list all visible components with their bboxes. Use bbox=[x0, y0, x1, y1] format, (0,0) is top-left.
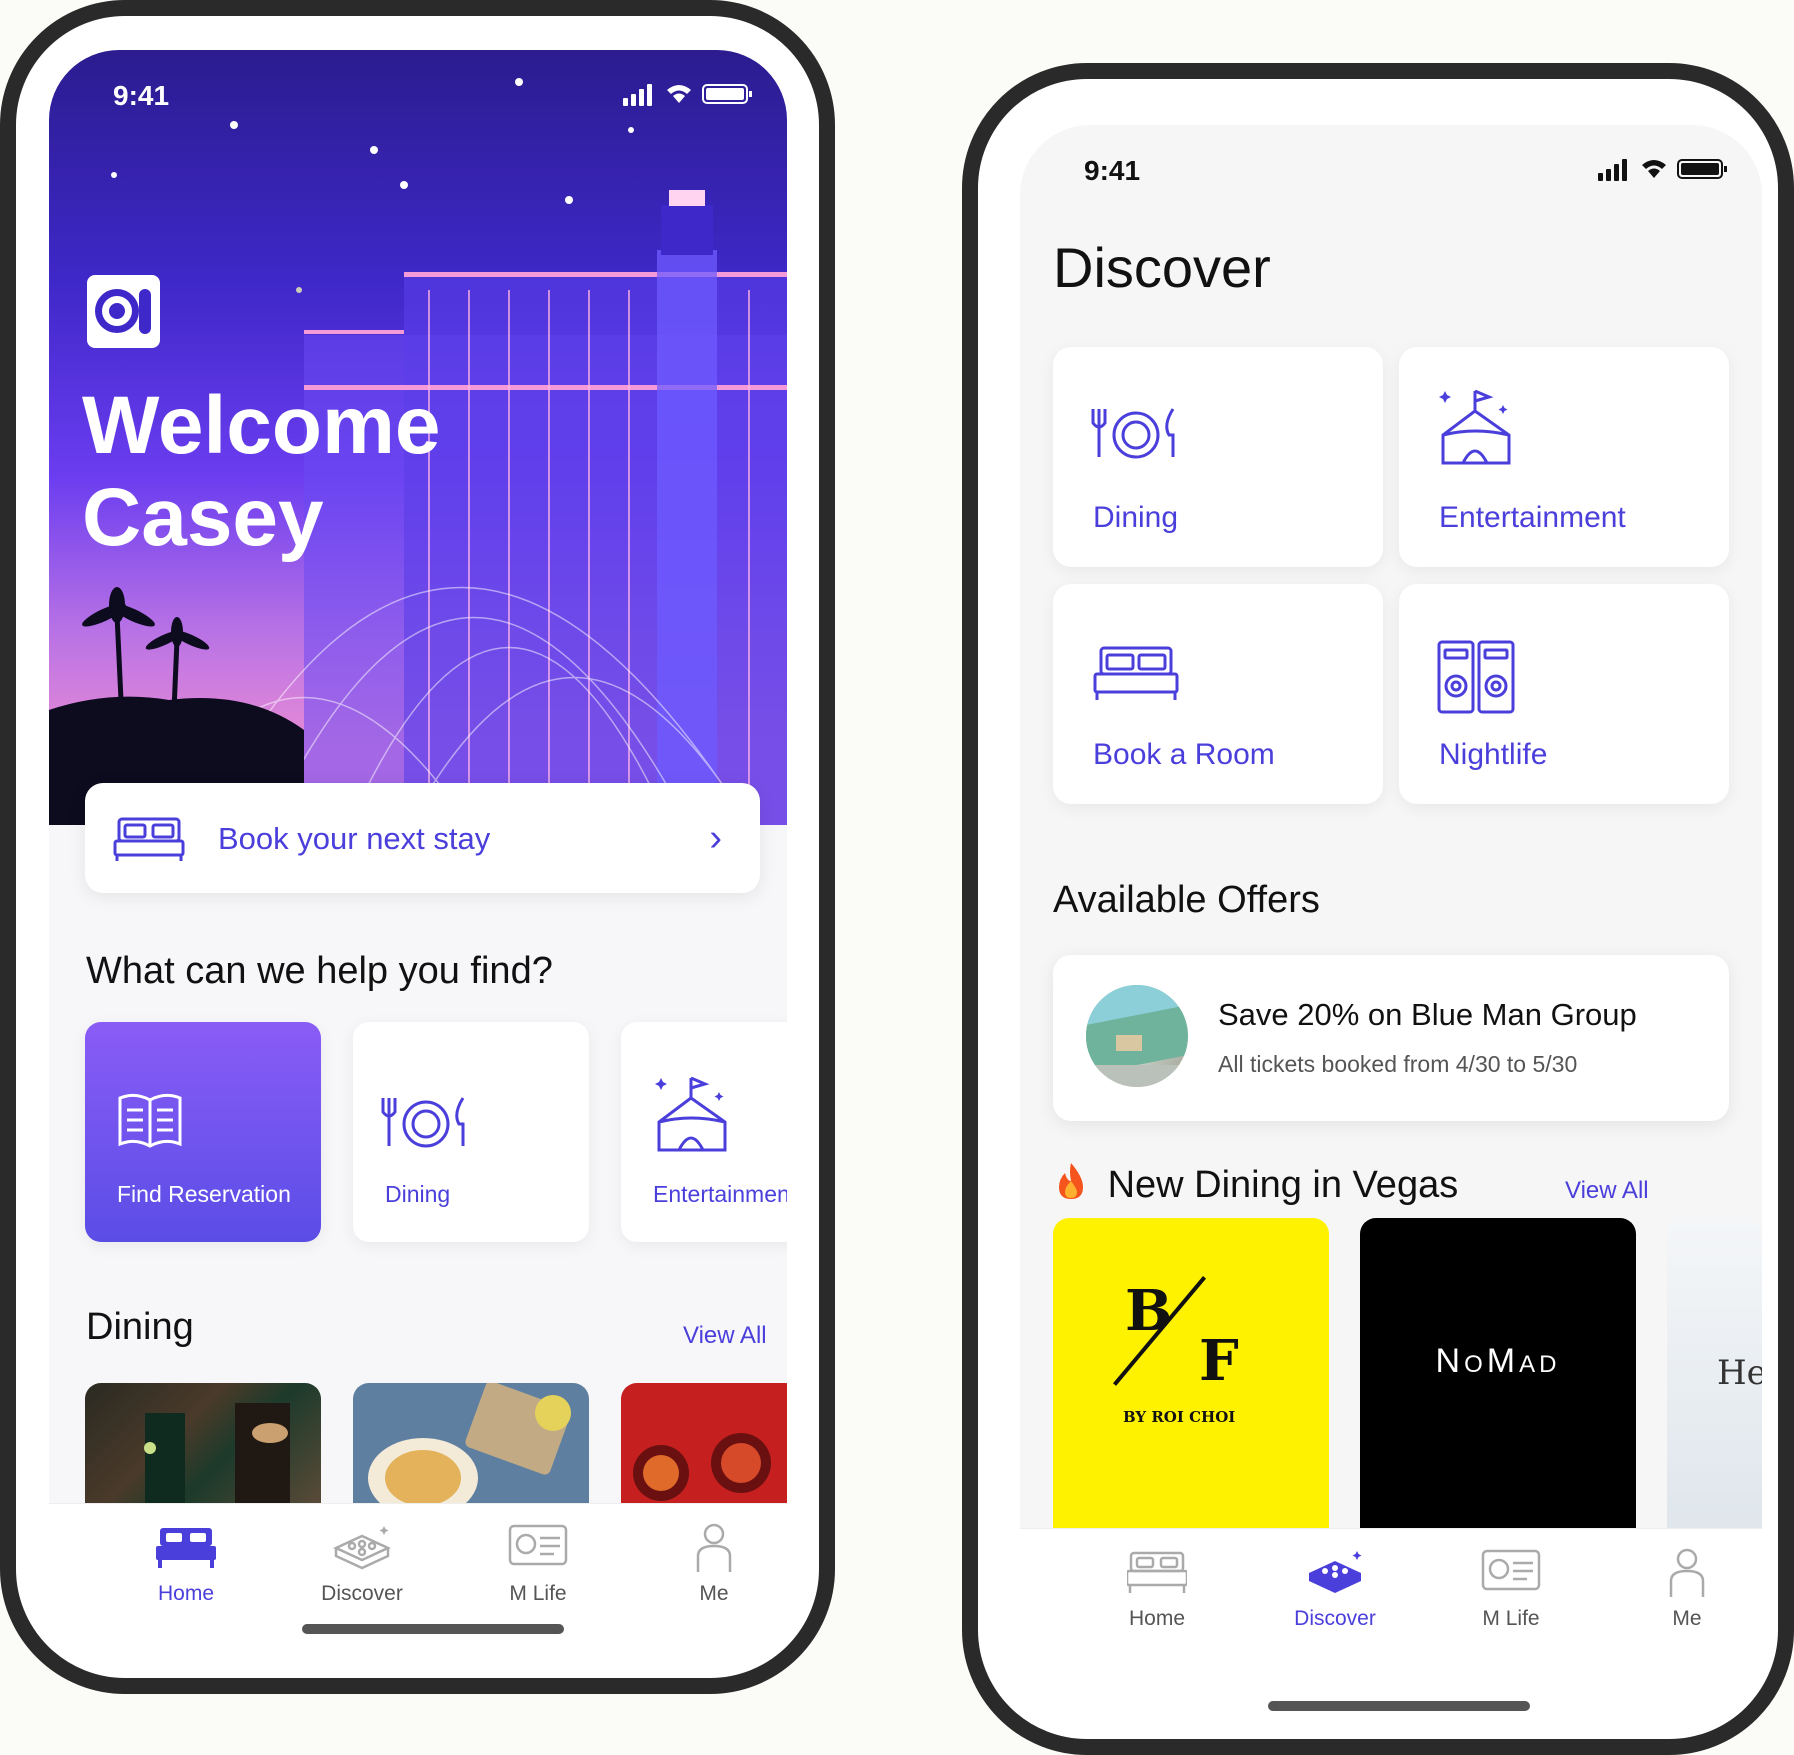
status-icons bbox=[623, 84, 752, 106]
category-book-room[interactable]: Book a Room bbox=[1053, 584, 1383, 804]
welcome-hero: Welcome Casey 9:41 bbox=[49, 50, 787, 825]
tab-label: Discover bbox=[1294, 1607, 1376, 1630]
nomad-logo: NoMad bbox=[1435, 1342, 1561, 1380]
discover-screen: 9:41 Discover Dining Entertainment Book … bbox=[1020, 125, 1762, 1735]
restaurant-best-friend[interactable]: B F BY ROI CHOI bbox=[1053, 1218, 1329, 1528]
offers-heading: Available Offers bbox=[1053, 879, 1320, 921]
fire-icon bbox=[1053, 1161, 1089, 1201]
welcome-line-1: Welcome bbox=[82, 380, 441, 471]
status-bar: 9:41 bbox=[49, 50, 787, 130]
category-dining[interactable]: Dining bbox=[1053, 347, 1383, 567]
speakers-icon bbox=[1437, 640, 1515, 714]
tab-label: M Life bbox=[509, 1582, 567, 1605]
phone-discover: 9:41 Discover Dining Entertainment Book … bbox=[962, 63, 1794, 1755]
tent-icon bbox=[1439, 389, 1511, 465]
new-dining-heading: New Dining in Vegas bbox=[1053, 1161, 1458, 1207]
dining-icon bbox=[381, 1097, 465, 1148]
tent-icon bbox=[655, 1076, 727, 1152]
user-name: Casey bbox=[82, 472, 324, 563]
dining-icon bbox=[1091, 408, 1175, 459]
status-time: 9:41 bbox=[1084, 155, 1141, 186]
category-label: Entertainment bbox=[1439, 501, 1626, 534]
tile-label: Dining bbox=[385, 1181, 451, 1207]
bf-logo-b: B bbox=[1125, 1278, 1173, 1344]
category-label: Nightlife bbox=[1439, 738, 1548, 771]
book-stay-label: Book your next stay bbox=[218, 821, 491, 856]
status-time: 9:41 bbox=[113, 80, 170, 111]
help-heading: What can we help you find? bbox=[86, 950, 553, 992]
partial-logo: He bbox=[1717, 1353, 1762, 1393]
tab-label: Me bbox=[699, 1582, 729, 1605]
dining-image-2[interactable] bbox=[353, 1383, 589, 1503]
tab-label: Home bbox=[157, 1582, 215, 1605]
book-stay-button[interactable]: Book your next stay › bbox=[85, 783, 760, 893]
offer-subtitle: All tickets booked from 4/30 to 5/30 bbox=[1218, 1051, 1578, 1077]
find-reservation-tile[interactable]: Find Reservation bbox=[85, 1022, 321, 1242]
cake-icon bbox=[333, 1526, 391, 1570]
tile-label: Find Reservation bbox=[117, 1181, 291, 1207]
cake-icon bbox=[1309, 1551, 1362, 1593]
dining-tile[interactable]: Dining bbox=[353, 1022, 589, 1242]
tab-label: Discover bbox=[321, 1582, 403, 1605]
offer-card[interactable]: Save 20% on Blue Man Group All tickets b… bbox=[1053, 955, 1729, 1121]
tile-label: Entertainmen bbox=[653, 1181, 787, 1207]
restaurant-nomad[interactable]: NoMad bbox=[1360, 1218, 1636, 1528]
category-entertainment[interactable]: Entertainment bbox=[1399, 347, 1729, 567]
category-nightlife[interactable]: Nightlife bbox=[1399, 584, 1729, 804]
bed-icon bbox=[156, 1528, 216, 1568]
new-dining-label: New Dining in Vegas bbox=[1107, 1164, 1459, 1206]
welcome-heading: Welcome Casey bbox=[82, 380, 441, 564]
phone-home: Welcome Casey 9:41 Book your next stay ›… bbox=[0, 0, 835, 1694]
entertainment-tile[interactable]: Entertainmen bbox=[621, 1022, 787, 1242]
category-label: Book a Room bbox=[1093, 738, 1275, 771]
bf-logo-byline: BY ROI CHOI bbox=[1123, 1408, 1236, 1426]
page-title: Discover bbox=[1053, 236, 1271, 299]
offer-thumbnail bbox=[1086, 985, 1188, 1087]
home-indicator[interactable] bbox=[1268, 1701, 1530, 1711]
bed-icon bbox=[113, 817, 185, 861]
dining-image-3[interactable] bbox=[621, 1383, 787, 1503]
home-screen: Welcome Casey 9:41 Book your next stay ›… bbox=[49, 50, 787, 1645]
tab-label: Me bbox=[1672, 1607, 1702, 1630]
category-label: Dining bbox=[1093, 501, 1179, 534]
restaurant-partial[interactable]: He bbox=[1667, 1218, 1762, 1528]
card-icon bbox=[1481, 1549, 1541, 1591]
bf-logo-f: F bbox=[1199, 1328, 1239, 1394]
dining-heading: Dining bbox=[86, 1306, 194, 1348]
dining-view-all-link[interactable]: View All bbox=[683, 1322, 767, 1350]
person-icon bbox=[696, 1523, 732, 1572]
book-icon bbox=[118, 1093, 182, 1148]
tab-label: M Life bbox=[1482, 1607, 1540, 1630]
chevron-right-icon: › bbox=[709, 817, 722, 859]
home-indicator[interactable] bbox=[302, 1624, 564, 1634]
offer-title: Save 20% on Blue Man Group bbox=[1218, 997, 1637, 1032]
bed-icon bbox=[1093, 646, 1179, 700]
card-icon bbox=[508, 1524, 568, 1566]
bed-icon bbox=[1127, 1551, 1187, 1593]
dining-image-1[interactable] bbox=[85, 1383, 321, 1503]
tab-label: Home bbox=[1128, 1607, 1186, 1630]
new-dining-view-all-link[interactable]: View All bbox=[1565, 1177, 1649, 1205]
mgm-lion-logo bbox=[87, 275, 160, 348]
person-icon bbox=[1669, 1548, 1705, 1597]
status-bar: 9:41 bbox=[1020, 125, 1762, 205]
status-icons bbox=[1598, 159, 1727, 181]
